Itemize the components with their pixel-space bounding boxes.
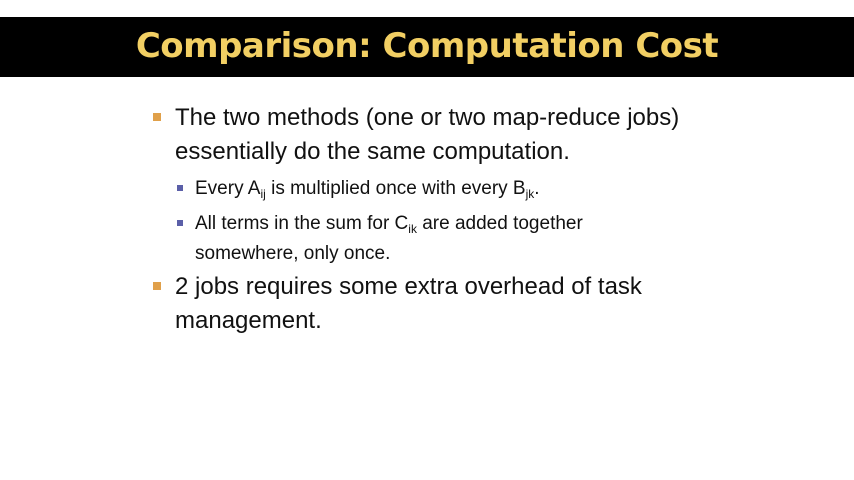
bullet-item: 2 jobs requires some extra overhead of t…: [153, 270, 773, 338]
text-run: Every A: [195, 178, 261, 199]
subbullet-square-icon: [177, 185, 183, 191]
subbullet-text: Every Aij is multiplied once with every …: [195, 174, 735, 204]
bullet-square-icon: [153, 113, 161, 121]
bullet-line: The two methods (one or two map-reduce j…: [175, 104, 680, 131]
subbullet-item: All terms in the sum for Cik are added t…: [177, 209, 737, 269]
bullet-line: management.: [175, 307, 322, 334]
subscript: ik: [408, 222, 417, 236]
text-run: are added together: [416, 213, 583, 234]
bullet-text: 2 jobs requires some extra overhead of t…: [175, 270, 775, 338]
subbullet-item: Every Aij is multiplied once with every …: [177, 174, 737, 204]
title-bar: Comparison: Computation Cost: [0, 17, 854, 77]
text-run: .: [534, 178, 540, 199]
text-run: All terms in the sum for C: [195, 213, 409, 234]
subscript: jk: [525, 187, 535, 201]
subbullet-line: somewhere, only once.: [195, 243, 391, 264]
slide-title: Comparison: Computation Cost: [135, 26, 719, 66]
bullet-item: The two methods (one or two map-reduce j…: [153, 101, 773, 169]
text-run: is multiplied once with every B: [265, 178, 526, 199]
bullet-line: essentially do the same computation.: [175, 138, 570, 165]
subbullet-line: All terms in the sum for Cik are added t…: [195, 209, 735, 239]
bullet-square-icon: [153, 282, 161, 290]
subbullet-text: All terms in the sum for Cik are added t…: [195, 209, 735, 269]
slide: Comparison: Computation Cost The two met…: [0, 0, 854, 480]
bullet-line: 2 jobs requires some extra overhead of t…: [175, 273, 642, 300]
bullet-text: The two methods (one or two map-reduce j…: [175, 101, 775, 169]
subbullet-square-icon: [177, 220, 183, 226]
